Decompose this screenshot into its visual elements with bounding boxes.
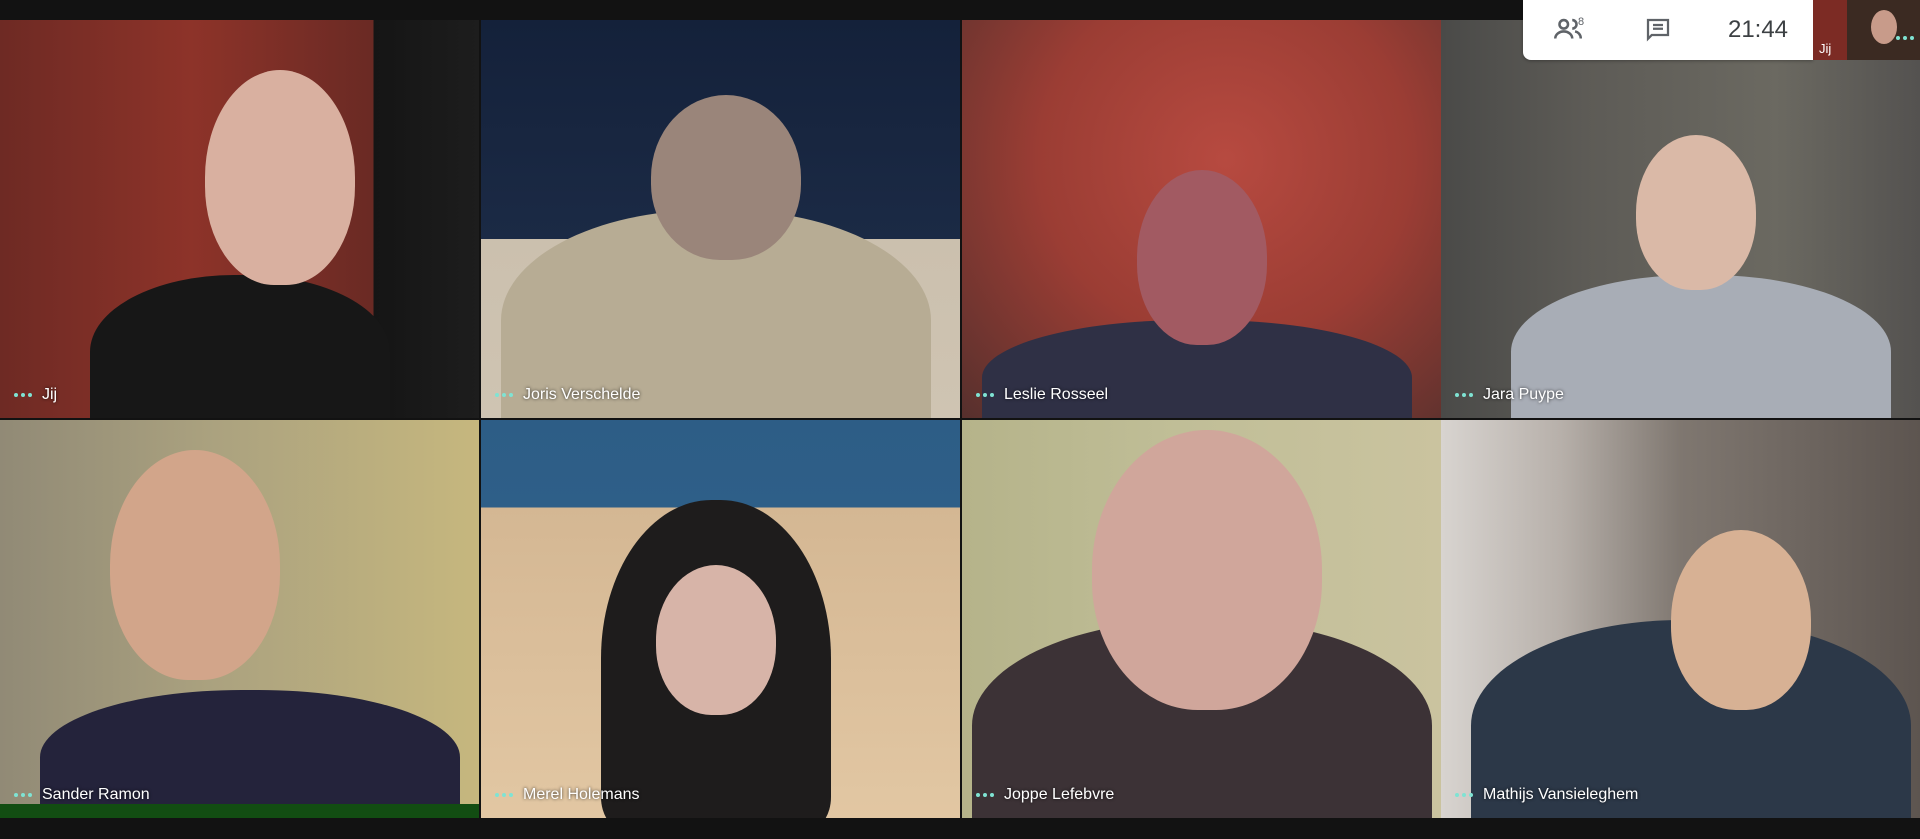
more-dots-icon[interactable] [976,793,994,797]
chat-button[interactable] [1613,0,1703,60]
participant-tile[interactable]: Jara Puype [1441,20,1920,418]
participant-label: Mathijs Vansieleghem [1483,786,1639,803]
participant-name: Leslie Rosseel [976,386,1108,404]
participant-name: Sander Ramon [14,786,150,804]
more-dots-icon[interactable] [495,793,513,797]
participant-tile[interactable]: Merel Holemans [481,420,960,818]
more-dots-icon[interactable] [1455,793,1473,797]
call-controls-panel: 8 21:44 [1523,0,1813,60]
participant-name: Mathijs Vansieleghem [1455,786,1638,804]
self-view[interactable]: Jij [1813,0,1920,60]
participant-tile[interactable]: Mathijs Vansieleghem [1441,420,1920,818]
participant-tile[interactable]: Jij [0,20,479,418]
more-dots-icon[interactable] [495,393,513,397]
participant-name: Jij [14,386,57,404]
participant-tile[interactable]: Leslie Rosseel [962,20,1441,418]
participant-name: Jara Puype [1455,386,1564,404]
participant-tile[interactable]: Joris Verschelde [481,20,960,418]
participant-name: Merel Holemans [495,786,639,804]
chat-icon [1646,18,1670,42]
participant-name: Joppe Lefebvre [976,786,1114,804]
more-dots-icon[interactable] [1455,393,1473,397]
participant-label: Leslie Rosseel [1004,386,1109,403]
more-dots-icon[interactable] [1896,36,1914,40]
participant-label: Merel Holemans [523,786,640,803]
participant-count-badge: 8 [1578,16,1585,28]
participant-tile[interactable]: Joppe Lefebvre [962,420,1441,818]
time-display: 21:44 [1727,16,1789,43]
participant-label: Jij [42,386,58,403]
people-button[interactable]: 8 [1523,0,1613,60]
participant-tile[interactable]: Sander Ramon [0,420,479,818]
more-dots-icon[interactable] [14,793,32,797]
self-thumbnail [1871,10,1897,44]
participant-label: Joris Verschelde [523,386,641,403]
participant-name: Joris Verschelde [495,386,640,404]
self-label: Jij [1819,41,1832,56]
participant-label: Jara Puype [1483,386,1564,403]
participant-label: Joppe Lefebvre [1004,786,1115,803]
participant-label: Sander Ramon [42,786,150,803]
speaking-highlight [0,804,479,818]
bottom-strip [0,820,1920,839]
more-dots-icon[interactable] [976,393,994,397]
video-grid: Jij Joris Verschelde Leslie Rosseel Jara… [0,20,1920,820]
more-dots-icon[interactable] [14,393,32,397]
